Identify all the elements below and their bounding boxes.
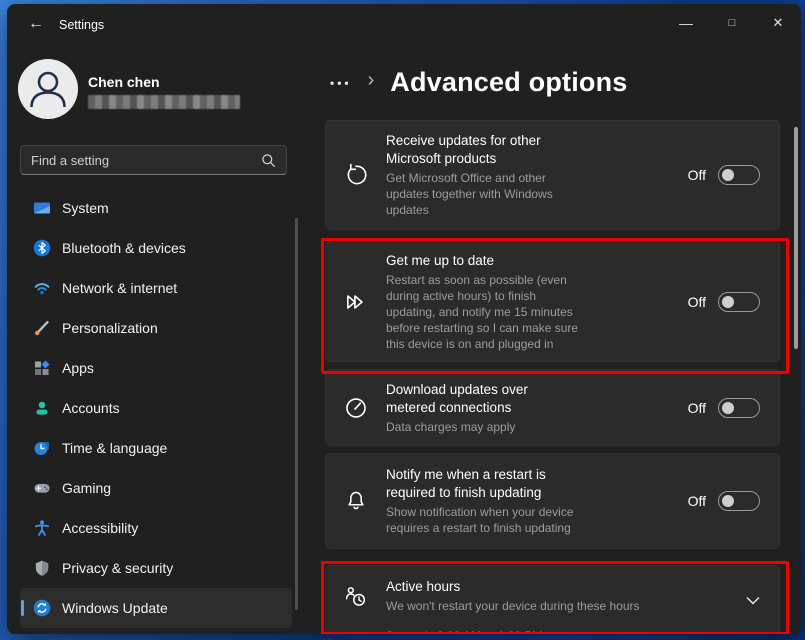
setting-title: Receive updates for other Microsoft prod…: [386, 132, 680, 168]
sidebar-item-label: Personalization: [62, 320, 158, 336]
search-box: [20, 145, 287, 175]
gaming-icon: [32, 478, 52, 498]
toggle-switch[interactable]: [718, 165, 760, 185]
sidebar-item-label: Privacy & security: [62, 560, 173, 576]
card-notify-restart: Notify me when a restart is required to …: [325, 453, 780, 549]
page-title: Advanced options: [390, 67, 627, 98]
sidebar-item-bluetooth-devices[interactable]: Bluetooth & devices: [20, 228, 292, 268]
toggle-state-label: Off: [688, 493, 706, 509]
sidebar-item-personalization[interactable]: Personalization: [20, 308, 292, 348]
app-title: Settings: [59, 18, 104, 32]
toggle-switch[interactable]: [718, 398, 760, 418]
maximize-button[interactable]: □: [709, 4, 755, 42]
profile-name: Chen chen: [88, 74, 160, 90]
time-language-icon: [32, 438, 52, 458]
toggle-knob: [722, 495, 734, 507]
privacy-icon: [32, 558, 52, 578]
breadcrumb-overflow-button[interactable]: •••: [330, 74, 352, 90]
expander-toggle[interactable]: [746, 596, 760, 605]
fast-forward-icon: [326, 289, 386, 315]
chevron-down-icon: [746, 596, 760, 605]
sidebar-item-label: Windows Update: [62, 600, 168, 616]
setting-subtitle: Show notification when your device requi…: [386, 504, 680, 536]
card-active-hours[interactable]: Active hours We won't restart your devic…: [325, 565, 780, 634]
sidebar-nav: System Bluetooth & devices Network & int…: [20, 188, 292, 628]
toggle-state-label: Off: [688, 167, 706, 183]
settings-window: ← Settings — □ ✕ Chen chen: [7, 4, 801, 634]
toggle-switch[interactable]: [718, 491, 760, 511]
toggle-knob: [722, 402, 734, 414]
setting-subtitle: Get Microsoft Office and other updates t…: [386, 170, 680, 218]
active-hours-icon: [326, 584, 386, 610]
sidebar-item-apps[interactable]: Apps: [20, 348, 292, 388]
back-arrow-icon: ←: [28, 15, 44, 33]
sidebar-item-accessibility[interactable]: Accessibility: [20, 508, 292, 548]
sidebar-item-label: Accessibility: [62, 520, 138, 536]
search-icon[interactable]: [261, 153, 276, 168]
sidebar-item-time-language[interactable]: Time & language: [20, 428, 292, 468]
close-icon: ✕: [773, 15, 784, 31]
breadcrumb: ••• › Advanced options: [330, 62, 628, 102]
avatar[interactable]: [18, 59, 78, 119]
network-icon: [32, 278, 52, 298]
sidebar-item-gaming[interactable]: Gaming: [20, 468, 292, 508]
system-icon: [32, 198, 52, 218]
setting-title: Notify me when a restart is required to …: [386, 466, 680, 502]
toggle-knob: [722, 169, 734, 181]
sidebar-scrollbar[interactable]: [295, 218, 298, 610]
toggle-state-label: Off: [688, 294, 706, 310]
sidebar-item-network-internet[interactable]: Network & internet: [20, 268, 292, 308]
person-icon: [18, 59, 78, 119]
setting-subtitle: Data charges may apply: [386, 419, 680, 435]
accounts-icon: [32, 398, 52, 418]
setting-title: Active hours: [386, 578, 738, 596]
setting-title: Download updates over metered connection…: [386, 381, 680, 417]
setting-subtitle: We won't restart your device during thes…: [386, 598, 738, 614]
setting-title: Get me up to date: [386, 252, 680, 270]
sidebar-item-label: Accounts: [62, 400, 120, 416]
sidebar-item-label: Gaming: [62, 480, 111, 496]
bell-icon: [326, 488, 386, 514]
windows-update-icon: [32, 598, 52, 618]
sidebar-item-label: Apps: [62, 360, 94, 376]
bluetooth-icon: [32, 238, 52, 258]
sidebar-item-label: Time & language: [62, 440, 167, 456]
accessibility-icon: [32, 518, 52, 538]
back-button[interactable]: ←: [21, 11, 51, 37]
sidebar-item-label: Bluetooth & devices: [62, 240, 186, 256]
sidebar-item-privacy-security[interactable]: Privacy & security: [20, 548, 292, 588]
close-button[interactable]: ✕: [755, 4, 801, 42]
maximize-icon: □: [729, 17, 736, 29]
minimize-icon: —: [679, 15, 693, 31]
sidebar-item-label: Network & internet: [62, 280, 177, 296]
toggle-knob: [722, 296, 734, 308]
selected-accent-pill: [21, 600, 24, 616]
active-hours-current-value: Currently 9:00 AM to 1:00 PM: [385, 629, 542, 634]
setting-subtitle: Restart as soon as possible (even during…: [386, 272, 680, 352]
meter-icon: [326, 395, 386, 421]
window-controls: — □ ✕: [663, 4, 801, 42]
card-metered-connections: Download updates over metered connection…: [325, 369, 780, 446]
minimize-button[interactable]: —: [663, 4, 709, 42]
toggle-switch[interactable]: [718, 292, 760, 312]
card-receive-updates: Receive updates for other Microsoft prod…: [325, 120, 780, 230]
sidebar-item-system[interactable]: System: [20, 188, 292, 228]
search-input[interactable]: [21, 153, 261, 168]
sidebar-item-accounts[interactable]: Accounts: [20, 388, 292, 428]
personalization-icon: [32, 318, 52, 338]
sidebar-item-windows-update[interactable]: Windows Update: [20, 588, 292, 628]
sidebar-item-label: System: [62, 200, 109, 216]
history-arrow-icon: [326, 162, 386, 188]
card-get-me-up-to-date: Get me up to date Restart as soon as pos…: [325, 241, 780, 362]
main-scrollbar[interactable]: [794, 127, 798, 349]
toggle-state-label: Off: [688, 400, 706, 416]
chevron-right-icon: ›: [368, 69, 375, 95]
apps-icon: [32, 358, 52, 378]
redacted-email: [88, 95, 240, 109]
